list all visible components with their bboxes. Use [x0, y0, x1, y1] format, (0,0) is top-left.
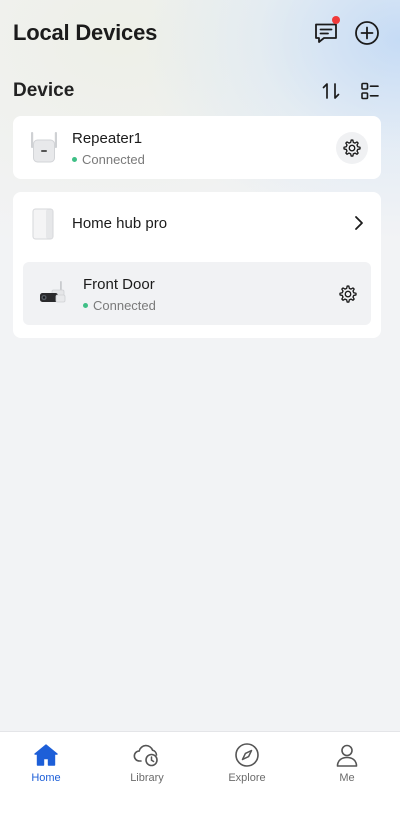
- unread-badge: [332, 16, 340, 24]
- gear-icon: [339, 285, 357, 303]
- device-status: Connected: [72, 152, 145, 167]
- tab-explore[interactable]: Explore: [197, 732, 297, 792]
- hub-device-image: [30, 207, 56, 241]
- chevron-right-icon: [351, 215, 367, 236]
- status-text: Connected: [82, 152, 145, 167]
- grid-view-icon: [361, 82, 379, 100]
- device-card-hub: Home hub pro Front Door Connected: [13, 192, 381, 338]
- section-title: Device: [13, 80, 75, 101]
- header: Local Devices: [0, 0, 400, 66]
- device-settings-button[interactable]: [332, 278, 364, 310]
- page-title: Local Devices: [13, 20, 158, 45]
- device-card-camera[interactable]: Front Door Connected: [23, 262, 371, 325]
- user-icon: [333, 741, 361, 769]
- tab-me[interactable]: Me: [297, 732, 397, 792]
- repeater-device-image: [29, 130, 59, 166]
- device-name: Front Door: [83, 276, 155, 293]
- device-settings-button[interactable]: [336, 132, 368, 164]
- device-name: Repeater1: [72, 130, 143, 147]
- view-toggle-button[interactable]: [359, 80, 381, 102]
- status-dot: [83, 303, 88, 308]
- tab-bar: Home Library Explore Me: [0, 731, 400, 814]
- hub-row[interactable]: Home hub pro: [13, 192, 381, 256]
- tab-label: Home: [31, 772, 61, 784]
- home-icon: [32, 741, 60, 769]
- device-status: Connected: [83, 298, 156, 313]
- tab-label: Library: [130, 772, 164, 784]
- device-card-repeater[interactable]: Repeater1 Connected: [13, 116, 381, 179]
- messages-button[interactable]: [312, 16, 340, 47]
- tab-label: Explore: [228, 772, 266, 784]
- sort-button[interactable]: [320, 80, 342, 102]
- gear-icon: [343, 139, 361, 157]
- cloud-clock-icon: [133, 741, 161, 769]
- compass-icon: [233, 741, 261, 769]
- camera-device-image: [38, 278, 70, 308]
- tab-library[interactable]: Library: [97, 732, 197, 792]
- status-text: Connected: [93, 298, 156, 313]
- tab-home[interactable]: Home: [0, 732, 96, 792]
- tab-label: Me: [339, 772, 355, 784]
- sort-icon: [322, 83, 340, 99]
- add-circle-icon: [355, 21, 379, 45]
- add-device-button[interactable]: [353, 19, 381, 47]
- hub-name: Home hub pro: [72, 215, 168, 232]
- status-dot: [72, 157, 77, 162]
